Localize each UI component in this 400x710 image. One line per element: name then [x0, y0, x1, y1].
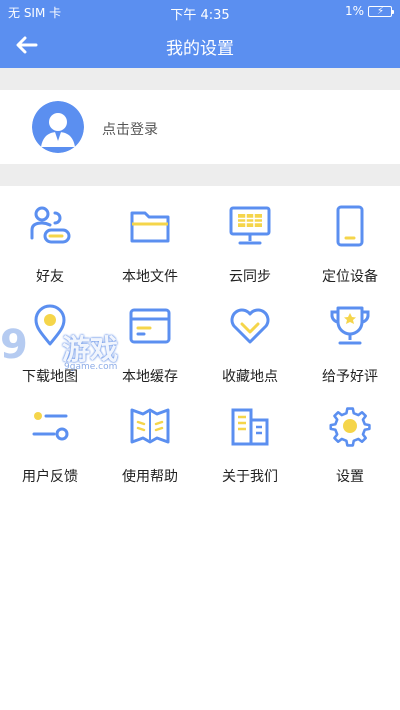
feedback-toggle-icon	[32, 412, 69, 441]
section-divider	[0, 164, 400, 186]
trophy-icon	[330, 306, 370, 345]
folder-icon	[130, 211, 170, 243]
phone-device-icon	[336, 205, 364, 247]
status-right-group: 1% ⚡	[344, 4, 394, 18]
menu-item-label: 下载地图	[22, 369, 78, 385]
menu-item-local-cache[interactable]: 本地缓存	[100, 286, 200, 386]
page-title: 我的设置	[166, 39, 234, 59]
menu-item-rate-us[interactable]: 给予好评	[300, 286, 400, 386]
user-avatar-icon	[32, 101, 84, 153]
menu-item-label: 收藏地点	[222, 369, 278, 385]
battery-percent: 1%	[344, 4, 364, 18]
login-label: 点击登录	[102, 122, 158, 138]
menu-item-about-us[interactable]: 关于我们	[200, 386, 300, 486]
menu-item-cloud-sync[interactable]: 云同步	[200, 186, 300, 286]
section-divider	[0, 68, 400, 90]
menu-item-label: 本地文件	[122, 269, 178, 285]
menu-item-settings[interactable]: 设置	[300, 386, 400, 486]
menu-item-label: 设置	[336, 469, 364, 485]
status-time: 下午 4:35	[170, 8, 230, 23]
menu-item-favorite-places[interactable]: 收藏地点	[200, 286, 300, 386]
status-bar: 无 SIM 卡 下午 4:35 1% ⚡	[0, 0, 400, 23]
menu-item-label: 云同步	[229, 269, 271, 285]
menu-item-label: 定位设备	[322, 269, 378, 285]
menu-item-locate-device[interactable]: 定位设备	[300, 186, 400, 286]
heart-icon	[230, 308, 270, 344]
menu-item-download-map[interactable]: 下载地图	[0, 286, 100, 386]
battery-charging-icon: ⚡	[368, 5, 394, 17]
menu-item-friends[interactable]: 好友	[0, 186, 100, 286]
menu-item-label: 好友	[36, 269, 64, 285]
download-map-pin-icon	[34, 304, 66, 346]
menu-item-label: 使用帮助	[122, 469, 178, 485]
help-book-icon	[130, 408, 170, 444]
friends-icon	[30, 206, 71, 244]
menu-item-label: 本地缓存	[122, 369, 178, 385]
navigation-bar: 我的设置	[0, 22, 400, 68]
cache-card-icon	[129, 308, 171, 344]
menu-item-label: 关于我们	[222, 469, 278, 485]
menu-item-label: 用户反馈	[22, 469, 78, 485]
cloud-sync-monitor-icon	[229, 206, 271, 245]
menu-item-help[interactable]: 使用帮助	[100, 386, 200, 486]
menu-item-local-files[interactable]: 本地文件	[100, 186, 200, 286]
login-row[interactable]: 点击登录	[0, 90, 400, 164]
gear-icon	[329, 407, 371, 447]
building-icon	[231, 408, 269, 446]
settings-screen: 无 SIM 卡 下午 4:35 1% ⚡ 我的设置 点击登录 好友 本地文件 云…	[0, 0, 400, 710]
menu-item-feedback[interactable]: 用户反馈	[0, 386, 100, 486]
menu-item-label: 给予好评	[322, 369, 378, 385]
